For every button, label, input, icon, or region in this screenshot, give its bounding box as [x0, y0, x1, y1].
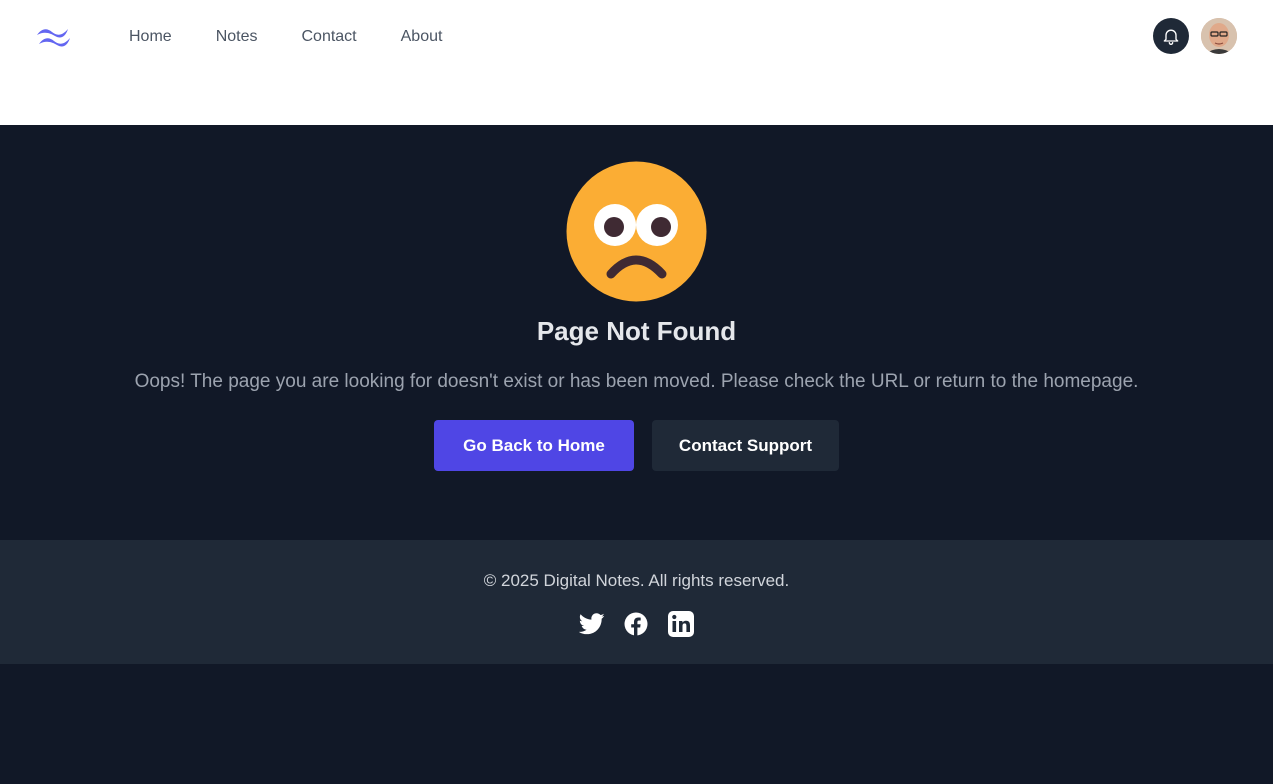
- navbar: Home Notes Contact About: [0, 0, 1273, 125]
- nav-contact-link[interactable]: Contact: [301, 27, 356, 47]
- page-title: Page Not Found: [536, 316, 737, 346]
- nav-notes-link[interactable]: Notes: [216, 27, 258, 47]
- nav-menu: Home Notes Contact About: [129, 27, 442, 47]
- error-message: Oops! The page you are looking for doesn…: [134, 371, 1139, 392]
- frowning-face-icon: [566, 161, 707, 302]
- not-found-section: Page Not Found Oops! The page you are lo…: [0, 125, 1273, 540]
- nav-about-link[interactable]: About: [401, 27, 443, 47]
- contact-support-button[interactable]: Contact Support: [652, 420, 839, 471]
- avatar-icon: [1201, 18, 1237, 54]
- user-avatar[interactable]: [1201, 18, 1237, 54]
- notification-button[interactable]: [1153, 18, 1189, 54]
- go-home-button[interactable]: Go Back to Home: [434, 420, 634, 471]
- footer: © 2025 Digital Notes. All rights reserve…: [0, 540, 1273, 664]
- facebook-icon[interactable]: [622, 610, 650, 638]
- twitter-icon[interactable]: [578, 610, 606, 638]
- nav-home-link[interactable]: Home: [129, 27, 172, 47]
- logo-icon[interactable]: [35, 24, 73, 50]
- bell-icon: [1163, 29, 1179, 45]
- linkedin-icon[interactable]: [667, 610, 695, 638]
- copyright-text: © 2025 Digital Notes. All rights reserve…: [483, 571, 790, 590]
